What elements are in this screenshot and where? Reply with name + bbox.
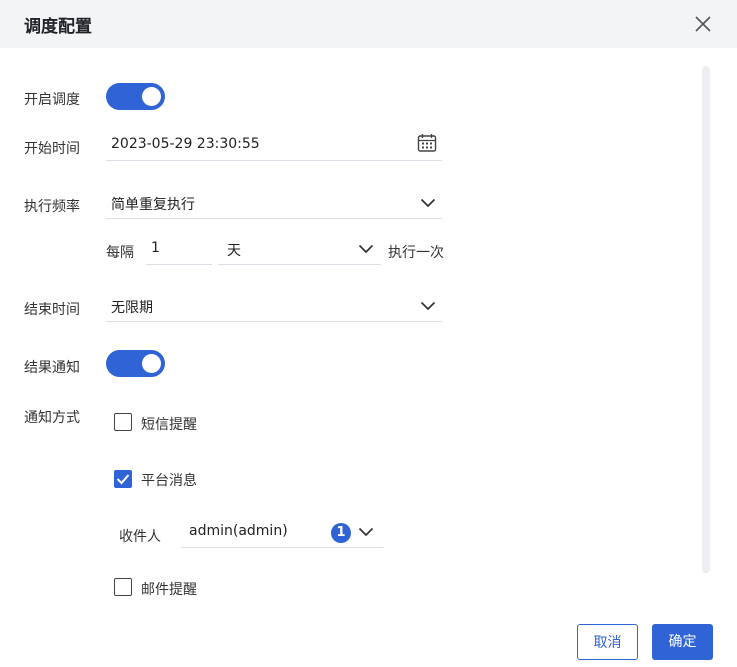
chevron-down-icon — [358, 527, 374, 537]
interval-unit-select[interactable]: 天 — [218, 234, 381, 265]
interval-suffix: 执行一次 — [388, 245, 444, 261]
check-icon — [116, 474, 130, 485]
start-time-input[interactable]: 2023-05-29 23:30:55 — [106, 130, 442, 161]
platform-message-label[interactable]: 平台消息 — [141, 470, 197, 490]
confirm-button[interactable]: 确定 — [652, 624, 713, 660]
interval-prefix: 每隔 — [106, 245, 134, 261]
frequency-label: 执行频率 — [24, 199, 80, 215]
recipient-count-badge: 1 — [331, 523, 351, 543]
result-notify-toggle[interactable] — [106, 350, 165, 377]
frequency-select[interactable]: 简单重复执行 — [106, 188, 442, 219]
toggle-knob — [142, 87, 161, 106]
interval-unit-value: 天 — [227, 243, 241, 259]
recipient-select[interactable]: admin(admin) 1 — [181, 517, 383, 548]
platform-message-checkbox[interactable] — [114, 470, 132, 488]
scrollbar[interactable] — [702, 66, 710, 573]
dialog-header: 调度配置 — [0, 0, 737, 48]
toggle-knob — [142, 354, 161, 373]
recipient-label: 收件人 — [119, 529, 161, 545]
enable-schedule-toggle[interactable] — [106, 83, 165, 110]
enable-schedule-label: 开启调度 — [24, 92, 80, 108]
email-option-label[interactable]: 邮件提醒 — [141, 579, 197, 599]
chevron-down-icon — [358, 244, 374, 254]
cancel-button[interactable]: 取消 — [577, 624, 638, 660]
result-notify-label: 结果通知 — [24, 360, 80, 376]
calendar-icon[interactable] — [417, 133, 437, 153]
interval-count-value: 1 — [151, 240, 160, 256]
chevron-down-icon — [420, 301, 436, 311]
interval-count-input[interactable]: 1 — [146, 234, 212, 265]
frequency-value: 简单重复执行 — [111, 197, 195, 213]
end-time-select[interactable]: 无限期 — [106, 291, 442, 322]
dialog-title: 调度配置 — [24, 17, 92, 37]
close-icon[interactable] — [692, 13, 714, 35]
chevron-down-icon — [420, 198, 436, 208]
recipient-value: admin(admin) — [189, 523, 288, 539]
email-checkbox[interactable] — [114, 578, 132, 596]
sms-option-label[interactable]: 短信提醒 — [141, 414, 197, 434]
start-time-label: 开始时间 — [24, 141, 80, 157]
end-time-value: 无限期 — [111, 300, 153, 316]
start-time-value: 2023-05-29 23:30:55 — [111, 136, 260, 152]
sms-checkbox[interactable] — [114, 413, 132, 431]
notify-method-label: 通知方式 — [24, 410, 80, 426]
end-time-label: 结束时间 — [24, 302, 80, 318]
